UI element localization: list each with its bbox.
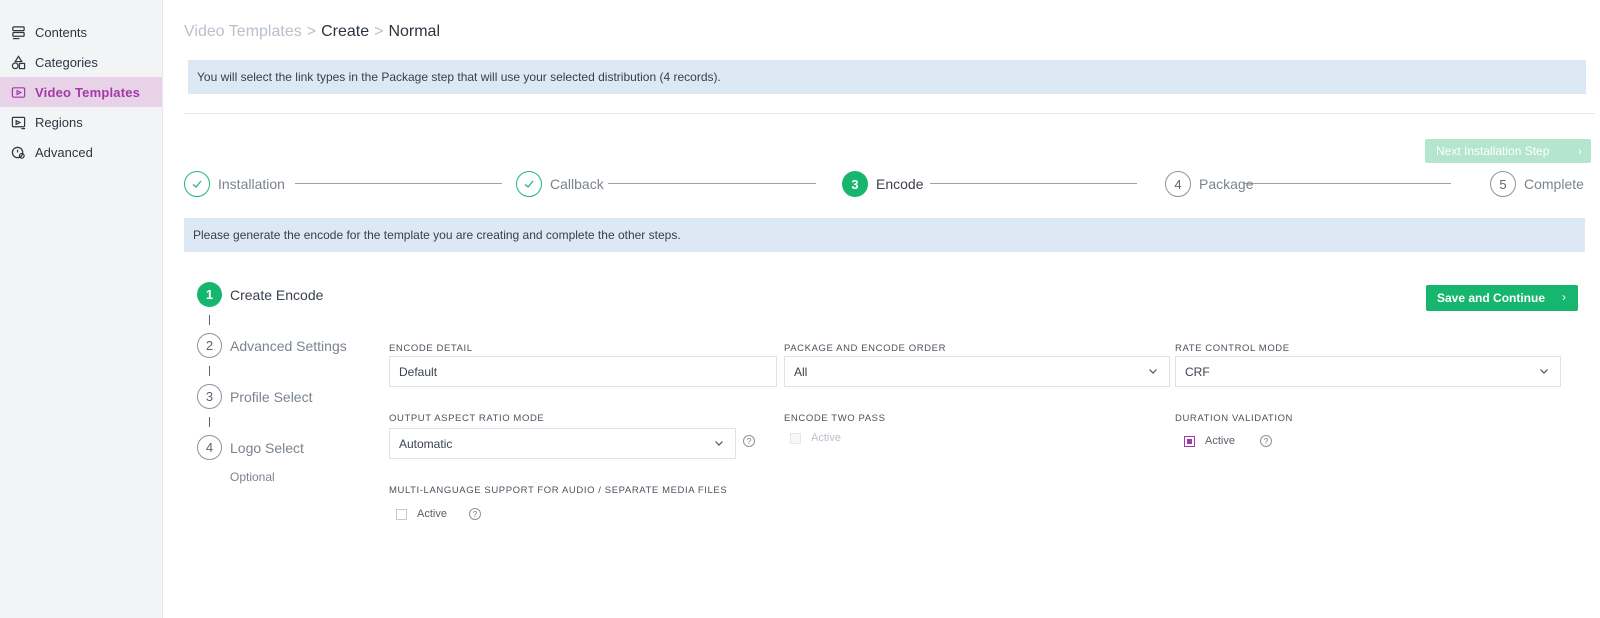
- breadcrumb-separator: >: [374, 23, 384, 40]
- region-icon: [10, 114, 26, 130]
- two-pass-checkbox-row: Active: [790, 432, 841, 444]
- save-and-continue-button[interactable]: Save and Continue ›: [1426, 285, 1578, 311]
- sidebar-item-label: Video Templates: [35, 84, 141, 100]
- multi-language-checkbox-row: Active: [396, 508, 447, 520]
- sidebar: Contents Categories Video Templates Regi…: [0, 0, 163, 618]
- duration-validation-label: Duration Validation: [1175, 413, 1294, 424]
- main-content: Video Templates > Create > Normal You wi…: [163, 0, 1600, 618]
- stepper-connector: [930, 183, 1137, 184]
- two-pass-label: Encode Two Pass: [784, 413, 886, 424]
- substep-profile-select[interactable]: 3 Profile Select: [197, 384, 312, 409]
- substep-label: Logo Select: [230, 439, 304, 456]
- step-number: 4: [1165, 171, 1191, 197]
- step-number: 5: [1490, 171, 1516, 197]
- step-label: Encode: [876, 176, 924, 192]
- step-label: Callback: [550, 176, 604, 192]
- multi-language-check-label: Active: [417, 508, 447, 520]
- substep-connector: [209, 315, 210, 325]
- aspect-ratio-select[interactable]: Automatic: [389, 428, 736, 459]
- stepper-connector: [1244, 183, 1451, 184]
- sidebar-item-label: Contents: [35, 24, 88, 40]
- chevron-down-icon: [1149, 369, 1157, 374]
- two-pass-checkbox[interactable]: [790, 432, 801, 444]
- sidebar-item-label: Regions: [35, 114, 83, 130]
- stepper-connector: [295, 183, 502, 184]
- substep-connector: [209, 417, 210, 427]
- step-package[interactable]: 4 Package: [1165, 171, 1253, 197]
- chevron-down-icon: [1540, 369, 1548, 374]
- encode-info-banner: Please generate the encode for the templ…: [184, 218, 1585, 252]
- substep-number: 2: [197, 333, 222, 358]
- sidebar-item-label: Advanced: [35, 144, 93, 160]
- step-encode[interactable]: 3 Encode: [842, 171, 923, 197]
- checkmark-icon: [516, 171, 542, 197]
- substep-connector: [209, 366, 210, 376]
- duration-validation-checkbox[interactable]: [1184, 435, 1195, 447]
- checkmark-icon: [184, 171, 210, 197]
- optional-label: Optional: [230, 470, 275, 484]
- next-button-label: Next Installation Step: [1436, 144, 1550, 158]
- breadcrumb-video-templates[interactable]: Video Templates: [184, 23, 302, 41]
- breadcrumb: Video Templates > Create > Normal: [184, 23, 440, 41]
- step-label: Package: [1199, 176, 1254, 192]
- sidebar-item-categories[interactable]: Categories: [0, 47, 162, 77]
- sidebar-item-label: Categories: [35, 54, 98, 70]
- multi-language-label: Multi-Language Support for Audio / Separ…: [389, 485, 728, 496]
- advanced-icon: [10, 144, 26, 160]
- list-icon: [10, 24, 26, 40]
- step-installation[interactable]: Installation: [184, 171, 285, 197]
- stepper-connector: [608, 183, 816, 184]
- step-number: 3: [842, 171, 868, 197]
- save-button-label: Save and Continue: [1437, 291, 1546, 305]
- sidebar-item-advanced[interactable]: Advanced: [0, 137, 162, 167]
- step-label: Installation: [218, 176, 285, 192]
- next-installation-step-button[interactable]: Next Installation Step ›: [1425, 139, 1591, 163]
- breadcrumb-create[interactable]: Create: [321, 23, 369, 41]
- chevron-right-icon: ›: [1562, 290, 1566, 304]
- rate-control-value: CRF: [1185, 364, 1210, 379]
- rate-control-label: Rate Control Mode: [1175, 343, 1290, 354]
- substep-create-encode[interactable]: 1 Create Encode: [197, 282, 323, 307]
- help-icon[interactable]: ?: [1260, 435, 1272, 447]
- substep-advanced-settings[interactable]: 2 Advanced Settings: [197, 333, 347, 358]
- chevron-down-icon: [715, 441, 723, 446]
- sidebar-item-video-templates[interactable]: Video Templates: [0, 77, 162, 107]
- encode-detail-input[interactable]: Default: [389, 356, 777, 387]
- help-icon[interactable]: ?: [469, 508, 481, 520]
- substep-number: 4: [197, 435, 222, 460]
- multi-language-checkbox[interactable]: [396, 508, 407, 520]
- sidebar-item-contents[interactable]: Contents: [0, 17, 162, 47]
- package-order-value: All: [794, 364, 808, 379]
- encode-detail-value: Default: [399, 364, 438, 379]
- breadcrumb-normal: Normal: [388, 23, 440, 40]
- package-order-label: Package and Encode Order: [784, 343, 947, 354]
- two-pass-check-label: Active: [811, 432, 841, 444]
- aspect-ratio-value: Automatic: [399, 436, 453, 451]
- breadcrumb-separator: >: [306, 23, 317, 40]
- substep-label: Create Encode: [230, 286, 324, 303]
- encode-detail-label: Encode Detail: [389, 343, 473, 354]
- duration-validation-check-label: Active: [1205, 435, 1235, 447]
- step-complete[interactable]: 5 Complete: [1490, 171, 1584, 197]
- substep-label: Profile Select: [230, 388, 313, 405]
- step-label: Complete: [1524, 176, 1584, 192]
- duration-validation-checkbox-row: Active: [1184, 435, 1235, 447]
- video-template-icon: [10, 84, 26, 100]
- shapes-icon: [10, 54, 26, 70]
- rate-control-select[interactable]: CRF: [1175, 356, 1561, 387]
- substep-number: 3: [197, 384, 222, 409]
- help-icon[interactable]: ?: [743, 435, 755, 447]
- substep-label: Advanced Settings: [230, 337, 347, 354]
- package-order-select[interactable]: All: [784, 356, 1170, 387]
- aspect-ratio-label: Output Aspect Ratio Mode: [389, 413, 545, 424]
- divider: [184, 113, 1595, 114]
- substep-number: 1: [197, 282, 222, 307]
- sidebar-item-regions[interactable]: Regions: [0, 107, 162, 137]
- chevron-right-icon: ›: [1578, 144, 1582, 158]
- substep-logo-select[interactable]: 4 Logo Select: [197, 435, 304, 460]
- step-callback[interactable]: Callback: [516, 171, 604, 197]
- distribution-info-banner: You will select the link types in the Pa…: [188, 60, 1586, 94]
